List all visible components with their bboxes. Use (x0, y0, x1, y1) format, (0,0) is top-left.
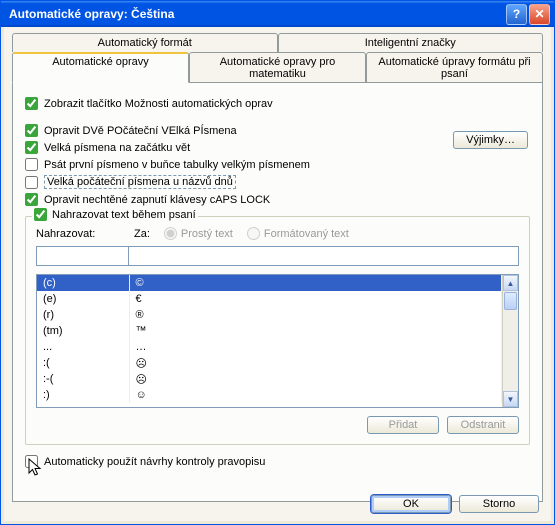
checkbox-capslock[interactable]: Opravit nechtěné zapnutí klávesy cAPS LO… (25, 193, 530, 206)
radio-plain-text[interactable]: Prostý text (164, 227, 233, 240)
checkbox-capitalize-table-cells[interactable]: Psát první písmeno v buňce tabulky velký… (25, 158, 530, 171)
replace-from-input[interactable] (36, 246, 128, 266)
table-row[interactable]: (r)® (37, 307, 502, 323)
replace-with-input[interactable] (128, 246, 519, 266)
scroll-down-icon[interactable]: ▼ (503, 391, 518, 407)
checkbox-use-spelling-suggestions[interactable]: Automaticky použít návrhy kontroly pravo… (25, 455, 530, 468)
table-row[interactable]: (c)© (37, 275, 502, 291)
tab-math-autocorrect[interactable]: Automatické opravy pro matematiku (189, 52, 366, 83)
scroll-thumb[interactable] (504, 292, 517, 310)
checkbox-capslock-input[interactable] (25, 193, 38, 206)
table-row[interactable]: ...… (37, 339, 502, 355)
title-bar: Automatické opravy: Čeština ? ✕ (1, 1, 554, 27)
checkbox-use-spelling-suggestions-input[interactable] (25, 455, 38, 468)
replace-list[interactable]: (c)©(e)€(r)®(tm)™...…:(☹:-(☹:)☺ ▲ ▼ (36, 274, 519, 408)
exceptions-button[interactable]: Výjimky… (453, 131, 528, 149)
checkbox-two-initial-caps-input[interactable] (25, 124, 38, 137)
delete-button[interactable]: Odstranit (447, 416, 519, 434)
checkbox-capitalize-days[interactable]: Velká počáteční písmena u názvů dnů (25, 175, 530, 189)
checkbox-capitalize-days-input[interactable] (25, 176, 38, 189)
replace-actions: Přidat Odstranit (36, 416, 519, 434)
tab-autoformat[interactable]: Automatický formát (12, 33, 278, 52)
radio-formatted-text[interactable]: Formátovaný text (247, 227, 349, 240)
scrollbar[interactable]: ▲ ▼ (502, 275, 518, 407)
add-button[interactable]: Přidat (367, 416, 439, 434)
ok-button[interactable]: OK (371, 495, 451, 513)
replace-inputs (36, 246, 519, 266)
tab-row-top: Automatický formát Inteligentní značky (12, 33, 543, 52)
checkbox-show-options-button[interactable]: Zobrazit tlačítko Možnosti automatických… (25, 97, 530, 110)
cancel-button[interactable]: Storno (459, 495, 539, 513)
tab-smarttags[interactable]: Inteligentní značky (278, 33, 544, 52)
checkbox-replace-as-you-type[interactable] (34, 208, 47, 221)
table-row[interactable]: (tm)™ (37, 323, 502, 339)
replace-header-row: Nahrazovat: Za: Prostý text Formátovaný … (36, 227, 519, 240)
tab-autocorrect[interactable]: Automatické opravy (12, 52, 189, 83)
tab-page: Zobrazit tlačítko Možnosti automatických… (12, 82, 543, 502)
close-button[interactable]: ✕ (529, 4, 550, 25)
window-title: Automatické opravy: Čeština (9, 7, 504, 21)
tab-autoformat-as-you-type[interactable]: Automatické úpravy formátu při psaní (366, 52, 543, 83)
help-button[interactable]: ? (506, 4, 527, 25)
table-row[interactable]: :)☺ (37, 387, 502, 403)
checkbox-show-options-button-input[interactable] (25, 97, 38, 110)
dialog-window: Automatické opravy: Čeština ? ✕ Automati… (0, 0, 555, 525)
table-row[interactable]: :(☹ (37, 355, 502, 371)
replace-group: Nahrazovat text během psaní Nahrazovat: … (25, 216, 530, 445)
tab-row-bottom: Automatické opravy Automatické opravy pr… (12, 52, 543, 83)
table-row[interactable]: :-(☹ (37, 371, 502, 387)
replace-legend[interactable]: Nahrazovat text během psaní (32, 208, 198, 221)
checkbox-capitalize-table-cells-input[interactable] (25, 158, 38, 171)
scroll-up-icon[interactable]: ▲ (503, 275, 518, 291)
dialog-footer: OK Storno (371, 495, 539, 513)
table-row[interactable]: (e)€ (37, 291, 502, 307)
client-area: Automatický formát Inteligentní značky A… (4, 27, 551, 521)
replace-label: Nahrazovat: (36, 228, 120, 240)
checkbox-capitalize-sentences-input[interactable] (25, 141, 38, 154)
with-label: Za: (134, 228, 150, 240)
replace-table: (c)©(e)€(r)®(tm)™...…:(☹:-(☹:)☺ (37, 275, 502, 403)
